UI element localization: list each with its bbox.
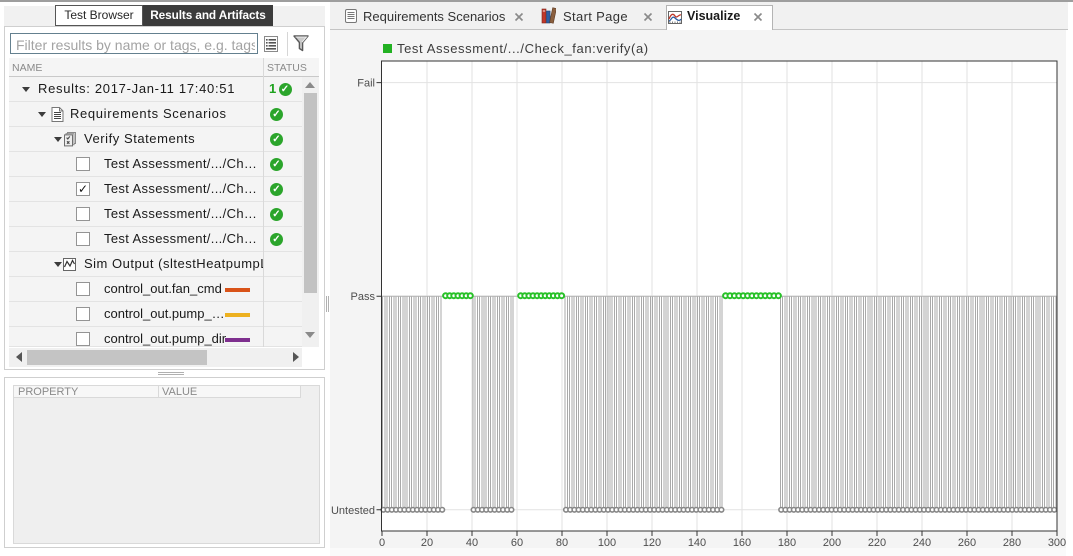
svg-text:20: 20 <box>421 537 433 549</box>
svg-text:160: 160 <box>733 537 751 549</box>
svg-text:200: 200 <box>823 537 841 549</box>
svg-text:Pass: Pass <box>351 291 376 303</box>
svg-text:140: 140 <box>688 537 706 549</box>
svg-text:60: 60 <box>511 537 523 549</box>
svg-text:280: 280 <box>1003 537 1021 549</box>
svg-text:0: 0 <box>379 537 385 549</box>
svg-text:40: 40 <box>466 537 478 549</box>
svg-text:Fail: Fail <box>357 78 375 90</box>
svg-text:260: 260 <box>958 537 976 549</box>
svg-text:300: 300 <box>1048 537 1066 549</box>
svg-text:80: 80 <box>556 537 568 549</box>
svg-text:220: 220 <box>868 537 886 549</box>
svg-text:100: 100 <box>598 537 616 549</box>
svg-text:240: 240 <box>913 537 931 549</box>
svg-text:Untested: Untested <box>331 505 375 517</box>
svg-text:180: 180 <box>778 537 796 549</box>
svg-text:120: 120 <box>643 537 661 549</box>
